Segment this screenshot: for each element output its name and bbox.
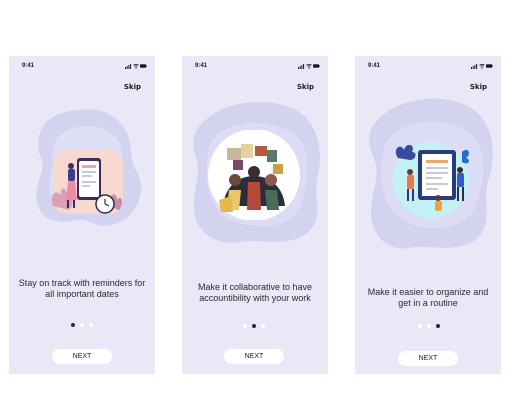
organize-illustration: [393, 142, 469, 218]
signal-icon: [298, 64, 305, 69]
page-dot-3[interactable]: [436, 324, 440, 328]
skip-button[interactable]: Skip: [470, 83, 487, 91]
page-dot-1[interactable]: [418, 324, 422, 328]
page-dot-2[interactable]: [252, 324, 256, 328]
next-button[interactable]: NEXT: [398, 351, 458, 366]
battery-icon: [140, 64, 147, 68]
collaboration-illustration: [208, 130, 300, 220]
page-dot-1[interactable]: [243, 324, 247, 328]
battery-icon: [313, 64, 320, 68]
next-button[interactable]: NEXT: [52, 349, 112, 364]
skip-button[interactable]: Skip: [124, 83, 141, 91]
status-icons: [125, 63, 147, 69]
onboarding-screen-collaborate: 9:41 Skip Make it collaborative to have …: [182, 56, 328, 374]
page-indicator: [71, 323, 101, 329]
next-button[interactable]: NEXT: [224, 349, 284, 364]
signal-icon: [125, 64, 132, 69]
status-time: 9:41: [195, 63, 208, 69]
page-dot-1[interactable]: [71, 323, 75, 327]
onboarding-caption: Make it collaborative to have accountibi…: [197, 282, 313, 303]
onboarding-caption: Stay on track with reminders for all imp…: [18, 278, 146, 299]
onboarding-screen-reminders: 9:41 Skip Stay on track with reminders f…: [9, 56, 155, 374]
status-icons: [471, 63, 493, 69]
wifi-icon: [133, 63, 139, 69]
reminder-illustration: [51, 150, 123, 214]
battery-icon: [486, 64, 493, 68]
page-indicator: [418, 324, 448, 330]
page-dot-2[interactable]: [427, 324, 431, 328]
page-dot-3[interactable]: [89, 323, 93, 327]
signal-icon: [471, 64, 478, 69]
status-icons: [298, 63, 320, 69]
page-indicator: [243, 324, 273, 330]
page-dot-3[interactable]: [261, 324, 265, 328]
status-time: 9:41: [368, 63, 381, 69]
wifi-icon: [306, 63, 312, 69]
skip-button[interactable]: Skip: [297, 83, 314, 91]
page-dot-2[interactable]: [80, 323, 84, 327]
onboarding-caption: Make it easier to organize and get in a …: [367, 287, 489, 308]
onboarding-screen-organize: 9:41 Skip Make it easier to organize and…: [355, 56, 501, 374]
status-time: 9:41: [22, 63, 35, 69]
wifi-icon: [479, 63, 485, 69]
